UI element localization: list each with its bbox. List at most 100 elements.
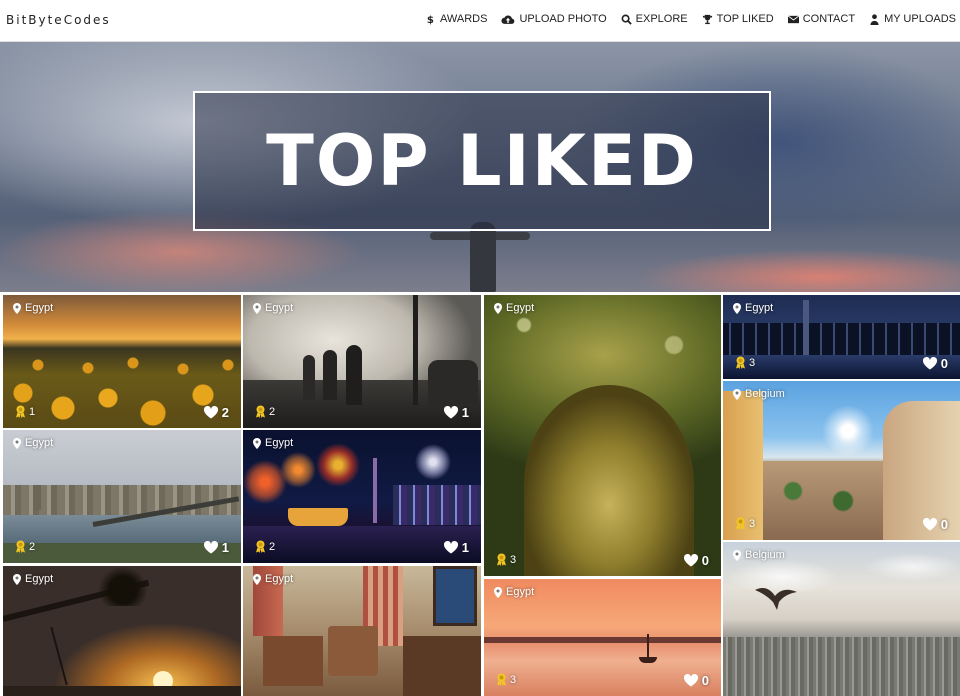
cabinet — [403, 636, 481, 696]
nav-contact-label: CONTACT — [802, 13, 856, 25]
photo-tile-hotel-room[interactable]: Egypt — [243, 566, 481, 696]
nav-awards[interactable]: $ AWARDS — [425, 13, 488, 25]
award-count: 2 — [255, 540, 275, 553]
award-ribbon-icon — [256, 405, 265, 418]
photo-tile-city-night[interactable]: Egypt 3 0 — [723, 295, 960, 379]
tower — [803, 300, 809, 355]
cloud-upload-icon — [501, 14, 515, 24]
hero-title-box: TOP LIKED — [193, 91, 771, 231]
map-marker-icon — [253, 302, 261, 314]
heart-icon — [443, 541, 458, 554]
like-count[interactable]: 0 — [683, 673, 709, 688]
map-marker-icon — [13, 437, 21, 449]
armchair — [328, 626, 378, 676]
photo-tile-palm-sunset[interactable]: Egypt — [3, 566, 241, 696]
nav-top-liked-label: TOP LIKED — [716, 13, 774, 25]
silhouette-group — [428, 360, 478, 405]
hero-banner: TOP LIKED — [0, 42, 960, 292]
award-ribbon-icon — [497, 673, 506, 686]
photo-tile-resort[interactable]: Belgium 3 0 — [723, 381, 960, 540]
heart-icon — [203, 541, 218, 554]
nav-upload-photo[interactable]: UPLOAD PHOTO — [501, 13, 607, 25]
nav-top-liked[interactable]: TOP LIKED — [702, 13, 774, 25]
dollar-icon: $ — [427, 15, 434, 25]
horizon — [3, 686, 241, 696]
palm-leaves — [98, 566, 148, 606]
map-marker-icon — [733, 549, 741, 561]
brand-logo[interactable]: BitByteCodes — [6, 13, 111, 27]
boat-mast — [647, 634, 649, 659]
award-count: 3 — [735, 356, 755, 369]
photo-tile-bird-city[interactable]: Belgium — [723, 542, 960, 696]
location-tag: Belgium — [733, 388, 785, 400]
like-count[interactable]: 0 — [922, 517, 948, 532]
bird-silhouette — [755, 588, 797, 610]
nav-contact[interactable]: CONTACT — [787, 13, 856, 25]
city-sprawl — [723, 637, 960, 696]
like-number: 1 — [221, 540, 229, 555]
photo-tile-lake-sunset[interactable]: Egypt 3 0 — [484, 579, 721, 696]
award-number: 2 — [269, 540, 276, 553]
award-number: 3 — [749, 356, 756, 369]
photo-tile-foggy-crowd[interactable]: Egypt 2 1 — [243, 295, 481, 428]
location-text: Egypt — [25, 437, 54, 449]
like-number: 0 — [940, 517, 948, 532]
award-ribbon-icon — [256, 540, 265, 553]
award-number: 2 — [29, 540, 36, 553]
nav-explore[interactable]: EXPLORE — [621, 13, 688, 25]
award-number: 1 — [29, 405, 36, 418]
award-ribbon-icon — [736, 517, 745, 530]
location-text: Egypt — [265, 302, 294, 314]
like-number: 1 — [461, 405, 469, 420]
courtyard — [763, 461, 883, 540]
photo-tile-fireworks[interactable]: Egypt 2 1 — [243, 430, 481, 563]
award-count: 2 — [15, 540, 35, 553]
like-count[interactable]: 1 — [443, 540, 469, 555]
location-tag: Egypt — [494, 302, 534, 314]
svg-text:$: $ — [427, 15, 434, 25]
nav-upload-label: UPLOAD PHOTO — [519, 13, 607, 25]
photo-tile-mossy-tree[interactable]: Egypt 3 0 — [484, 295, 721, 576]
nav-my-uploads-label: MY UPLOADS — [884, 13, 956, 25]
boat — [639, 657, 657, 663]
like-number: 0 — [701, 553, 709, 568]
location-tag: Egypt — [13, 302, 53, 314]
location-text: Egypt — [265, 437, 294, 449]
map-marker-icon — [733, 302, 741, 314]
hero-person — [470, 222, 496, 292]
nav-menu: $ AWARDS UPLOAD PHOTO EXPLORE TOP LIKED … — [425, 13, 956, 25]
like-count[interactable]: 0 — [683, 553, 709, 568]
award-ribbon-icon — [16, 405, 25, 418]
tower — [33, 485, 41, 510]
heart-icon — [922, 357, 937, 370]
like-count[interactable]: 0 — [922, 356, 948, 371]
nav-my-uploads[interactable]: MY UPLOADS — [869, 13, 956, 25]
location-tag: Egypt — [494, 586, 534, 598]
heart-icon — [443, 406, 458, 419]
location-text: Egypt — [745, 302, 774, 314]
location-text: Egypt — [506, 586, 535, 598]
trophy-icon — [702, 14, 712, 24]
like-count[interactable]: 2 — [203, 405, 229, 420]
heart-icon — [683, 674, 698, 687]
award-number: 3 — [510, 553, 517, 566]
map-marker-icon — [253, 437, 261, 449]
user-icon — [870, 13, 879, 25]
map-marker-icon — [253, 573, 261, 585]
award-count: 3 — [496, 673, 516, 686]
like-number: 0 — [940, 356, 948, 371]
map-marker-icon — [13, 302, 21, 314]
heart-icon — [922, 518, 937, 531]
tower — [373, 458, 377, 523]
navbar: BitByteCodes $ AWARDS UPLOAD PHOTO EXPLO… — [0, 0, 960, 42]
chair — [263, 636, 323, 686]
envelope-icon — [787, 14, 799, 23]
building-right — [883, 401, 960, 540]
like-count[interactable]: 1 — [203, 540, 229, 555]
photo-tile-sunflowers[interactable]: Egypt 1 2 — [3, 295, 241, 428]
like-number: 0 — [701, 673, 709, 688]
map-marker-icon — [733, 388, 741, 400]
like-count[interactable]: 1 — [443, 405, 469, 420]
award-number: 3 — [749, 517, 756, 530]
photo-tile-cairo-river[interactable]: Egypt 2 1 — [3, 430, 241, 563]
